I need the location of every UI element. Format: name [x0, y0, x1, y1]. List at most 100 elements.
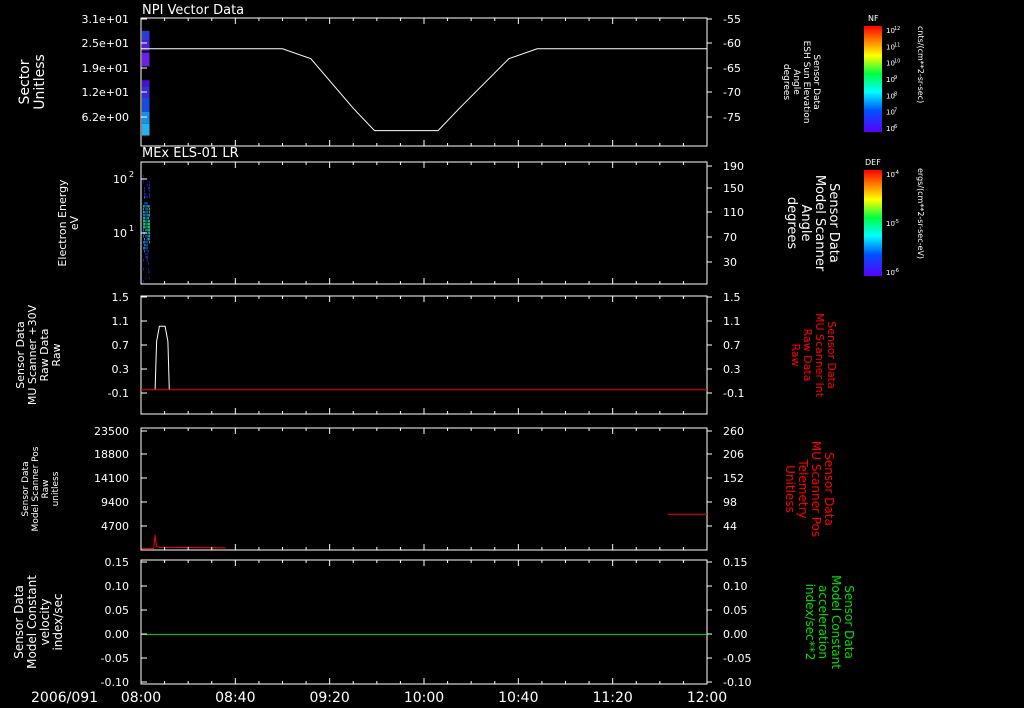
energy-heat-cell: [143, 226, 144, 229]
energy-heat-cell: [143, 211, 144, 214]
panel-1-heatmap: [142, 30, 150, 136]
energy-heat-cell: [144, 238, 145, 241]
energy-heat-cell: [146, 214, 148, 217]
energy-heat-cell: [143, 181, 144, 184]
energy-heat-cell: [144, 214, 145, 217]
energy-heat-cell: [146, 226, 148, 229]
energy-heat-cell: [149, 220, 150, 223]
y-tick-label-right: -65: [723, 62, 741, 75]
y-axis-label-right-line: Model Scanner: [812, 175, 827, 272]
energy-heat-cell: [144, 241, 145, 244]
energy-heat-cell: [145, 214, 147, 217]
y-axis-label-right-line: degrees: [784, 197, 799, 250]
y-tick-label-left: 10: [113, 173, 127, 186]
energy-heat-cell: [149, 181, 150, 184]
y-tick-label-left: -0.1: [108, 387, 129, 400]
energy-heat-cell: [146, 259, 148, 262]
y-tick-label-left: 0.3: [112, 363, 130, 376]
y-axis-label-right-line: Sensor Data: [822, 452, 836, 526]
energy-heat-cell: [147, 235, 149, 238]
energy-heat-cell: [144, 226, 145, 229]
energy-heat-cell: [143, 205, 144, 208]
chart-canvas: NPI Vector Data MEx ELS-01 LR 3.1e+01 2.5…: [12, 3, 925, 706]
y-axis-label-right-line: degrees: [781, 64, 791, 101]
y-tick-label-right: 0.10: [723, 580, 748, 593]
energy-heat-cell: [145, 253, 147, 256]
energy-heat-cell: [145, 241, 147, 244]
time-tick-label: 12:00: [687, 690, 727, 706]
energy-heat-cell: [145, 256, 147, 259]
panel-1: NPI Vector Data: [140, 3, 708, 147]
y-tick-label-left: 14100: [94, 472, 129, 485]
sector-heat-cell: [142, 30, 150, 41]
energy-heat-cell: [146, 217, 148, 220]
energy-heat-cell: [145, 220, 147, 223]
y-tick-label-right: 190: [723, 160, 744, 173]
y-tick-label-left: 0.05: [105, 604, 130, 617]
y-axis-label-right-line: Sensor Data: [826, 183, 841, 263]
y-tick-label-right: 110: [723, 206, 744, 219]
y-tick-label-right: 70: [723, 231, 737, 244]
y-axis-label-left-line: Unitless: [32, 54, 48, 110]
energy-heat-cell: [146, 253, 148, 256]
energy-heat-cell: [146, 184, 148, 187]
energy-heat-cell: [144, 205, 145, 208]
energy-heat-cell: [146, 247, 148, 250]
y-tick-label-right: -75: [723, 111, 741, 124]
y-axis-label-left-line: Model Constant: [25, 575, 39, 669]
sun-elevation-line: [141, 48, 707, 132]
sector-heat-cell: [142, 98, 150, 112]
energy-heat-cell: [145, 247, 147, 250]
energy-heat-cell: [144, 217, 145, 220]
energy-heat-cell: [146, 244, 148, 247]
y-axis-label-right: Sensor DataMU Scanner PosTelemetryUnitle…: [783, 441, 836, 537]
y-tick-label-left: 23500: [94, 425, 129, 438]
y-tick-label-left: 18800: [94, 448, 129, 461]
y-axis-label-left: SectorUnitless: [17, 54, 48, 110]
energy-heat-cell: [145, 235, 147, 238]
y-tick-label-right: -60: [723, 37, 741, 50]
energy-heat-cell: [143, 220, 144, 223]
y-axis-label-left-line: Sector: [17, 59, 33, 104]
colorbar-nf-gradient: [864, 26, 882, 132]
y-tick-label-left: -0.05: [101, 652, 129, 665]
y-tick-exponent-left: 1: [129, 224, 134, 233]
sector-heat-cell: [142, 111, 150, 124]
energy-heat-cell: [146, 256, 148, 259]
y-axis-label-left-line: Sensor Data: [12, 585, 26, 659]
energy-heat-cell: [146, 229, 148, 232]
energy-heat-cell: [149, 271, 150, 274]
energy-heat-cell: [144, 223, 145, 226]
energy-heat-cell: [149, 232, 150, 235]
y-axis-label-left-line: index/sec: [51, 593, 65, 650]
energy-heat-cell: [147, 271, 149, 274]
energy-heat-cell: [149, 235, 150, 238]
y-axis-label-right: Sensor DataModel Constantaccelerationind…: [803, 575, 856, 669]
y-axis-label-left: Sensor DataMU Scanner +30VRaw DataRaw: [14, 304, 63, 405]
y-axis-label-right-line: index/sec**2: [803, 584, 817, 661]
energy-heat-cell: [146, 202, 148, 205]
energy-heat-cell: [143, 214, 144, 217]
y-tick-label-right: 1.5: [723, 291, 741, 304]
y-tick-label-left: 1.1: [112, 315, 130, 328]
y-tick-label-left: 0.00: [105, 628, 130, 641]
y-tick-label-right: 1.1: [723, 315, 741, 328]
energy-heat-cell: [145, 223, 147, 226]
energy-heat-cell: [146, 205, 148, 208]
y-tick-label-right: 0.05: [723, 604, 748, 617]
energy-heat-cell: [149, 184, 150, 187]
y-axis-label-right-line: acceleration: [816, 585, 830, 659]
y-axis-label-left-line: Raw: [41, 480, 51, 499]
y-tick-label-right: 152: [723, 472, 744, 485]
energy-heat-cell: [149, 211, 150, 214]
sector-heat-cell: [142, 52, 150, 67]
y-axis-label-right-line: Telemetry: [796, 458, 810, 518]
energy-heat-cell: [143, 235, 144, 238]
energy-heat-cell: [144, 196, 145, 199]
y-tick-label-right: 30: [723, 256, 737, 269]
panel-1-title: NPI Vector Data: [142, 3, 244, 18]
y-tick-label-left: 6.2e+00: [82, 111, 129, 124]
energy-heat-cell: [144, 187, 145, 190]
energy-heat-cell: [149, 238, 150, 241]
energy-heat-cell: [147, 229, 149, 232]
